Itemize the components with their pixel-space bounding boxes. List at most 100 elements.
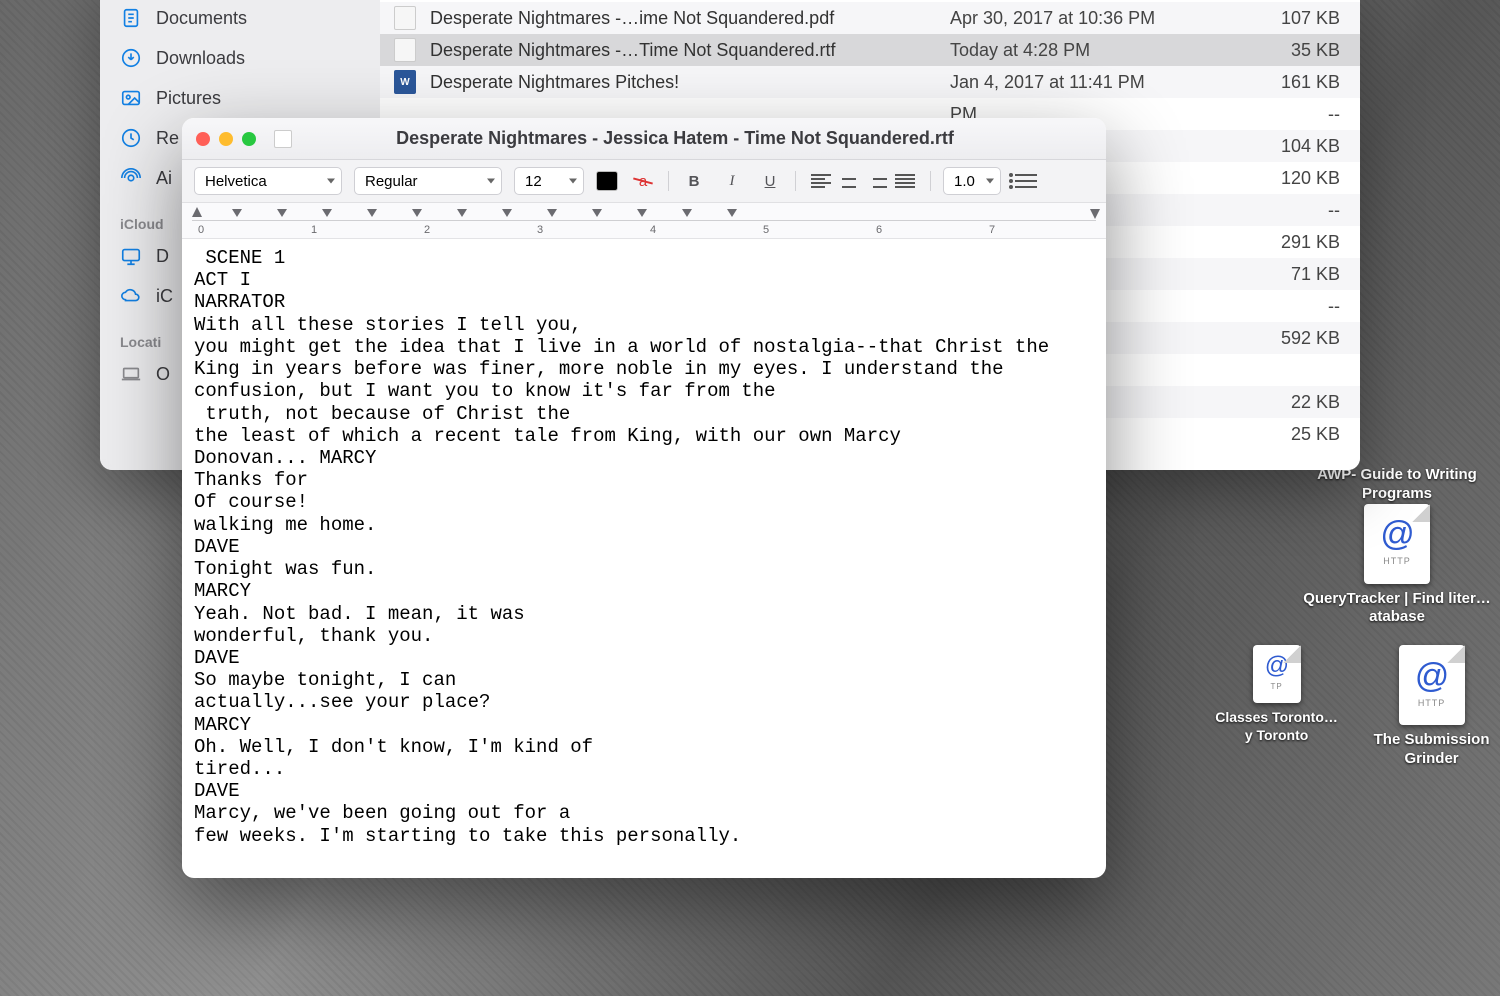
ruler-left-margin[interactable] [192, 207, 202, 217]
file-date: Apr 30, 2017 at 10:36 PM [950, 8, 1230, 29]
desktop-icon-label: Classes Toronto…y Toronto [1212, 709, 1341, 744]
align-left-button[interactable] [808, 169, 834, 193]
file-size: 161 KB [1230, 72, 1350, 93]
separator [930, 171, 931, 191]
file-row[interactable]: Desperate Nightmares -…Time Not Squander… [380, 34, 1360, 66]
document-body[interactable]: SCENE 1 ACT I NARRATOR With all these st… [182, 239, 1106, 878]
ruler-tab-stop[interactable] [682, 209, 692, 217]
align-right-button[interactable] [864, 169, 890, 193]
sidebar-section-label: Locati [120, 334, 161, 350]
file-name: Desperate Nightmares -…Time Not Squander… [430, 40, 950, 61]
at-icon: @ [1380, 515, 1415, 554]
ruler-tab-stop[interactable] [502, 209, 512, 217]
file-size: -- [1230, 296, 1350, 317]
ruler-tab-stop[interactable] [592, 209, 602, 217]
ruler-tab-stop[interactable] [277, 209, 287, 217]
ruler-tab-stop[interactable] [322, 209, 332, 217]
desktop-icon [120, 245, 142, 267]
at-icon: @ [1414, 657, 1449, 696]
sidebar-item-label: Downloads [156, 48, 245, 69]
ruler[interactable]: 01234567 [182, 203, 1106, 239]
sidebar-item-label: Re [156, 128, 179, 149]
sidebar-item-label: Ai [156, 168, 172, 189]
at-icon: @ [1264, 652, 1288, 680]
file-size: 107 KB [1230, 8, 1350, 29]
file-name: Desperate Nightmares -…ime Not Squandere… [430, 8, 950, 29]
file-name: Desperate Nightmares Pitches! [430, 72, 950, 93]
file-date: Jan 4, 2017 at 11:41 PM [950, 72, 1230, 93]
file-row[interactable]: W Desperate Nightmares Pitches!Jan 4, 201… [380, 66, 1360, 98]
file-row[interactable]: Desperate Nightmares -…ime Not Squandere… [380, 2, 1360, 34]
pictures-icon [120, 87, 142, 109]
align-justify-button[interactable] [892, 169, 918, 193]
desktop-icon-label: AWP- Guide to Writing Programs [1302, 466, 1492, 504]
line-spacing-value: 1.0 [954, 173, 975, 190]
ruler-right-margin[interactable] [1090, 209, 1100, 219]
font-family-select[interactable]: Helvetica [194, 167, 342, 195]
list-style-button[interactable] [1013, 169, 1039, 193]
minimize-button[interactable] [219, 132, 233, 146]
file-size: -- [1230, 104, 1350, 125]
titlebar[interactable]: Desperate Nightmares - Jessica Hatem - T… [182, 118, 1106, 160]
sidebar-item-label: Pictures [156, 88, 221, 109]
sidebar-item-documents[interactable]: Documents [100, 0, 380, 38]
ruler-tab-stop[interactable] [457, 209, 467, 217]
ruler-number: 7 [989, 224, 995, 236]
file-size: 291 KB [1230, 232, 1350, 253]
desktop-icon-awp[interactable]: AWP- Guide to Writing Programs @ HTTP Qu… [1302, 460, 1492, 627]
file-type-icon: W [394, 70, 416, 94]
ruler-ticks: 01234567 [192, 220, 1096, 238]
ruler-number: 5 [763, 224, 769, 236]
file-size: 25 KB [1230, 424, 1350, 445]
font-size-select[interactable]: 12 [514, 167, 584, 195]
italic-button[interactable]: I [719, 169, 745, 193]
sidebar-item-label: D [156, 246, 169, 267]
line-spacing-select[interactable]: 1.0 [943, 167, 1001, 195]
align-center-button[interactable] [836, 169, 862, 193]
ruler-number: 6 [876, 224, 882, 236]
underline-button[interactable]: U [757, 169, 783, 193]
ruler-tab-stop[interactable] [637, 209, 647, 217]
cloud-icon [120, 285, 142, 307]
font-style-value: Regular [365, 173, 418, 190]
ruler-tab-stop[interactable] [232, 209, 242, 217]
window-title: Desperate Nightmares - Jessica Hatem - T… [258, 128, 1092, 149]
ruler-tab-stop[interactable] [727, 209, 737, 217]
ruler-tab-stop[interactable] [547, 209, 557, 217]
font-style-select[interactable]: Regular [354, 167, 502, 195]
ruler-tab-stop[interactable] [367, 209, 377, 217]
sidebar-item-downloads[interactable]: Downloads [100, 38, 380, 78]
file-type-icon [394, 38, 416, 62]
sidebar-item-label: O [156, 364, 170, 385]
file-size: 104 KB [1230, 136, 1350, 157]
text-color-button[interactable] [596, 171, 618, 191]
strikethrough-color-button[interactable]: a [630, 169, 656, 193]
close-button[interactable] [196, 132, 210, 146]
ruler-tab-stop[interactable] [412, 209, 422, 217]
bold-button[interactable]: B [681, 169, 707, 193]
desktop-icon-classes[interactable]: @ TP Classes Toronto…y Toronto [1212, 645, 1341, 744]
sidebar-item-pictures[interactable]: Pictures [100, 78, 380, 118]
file-size: -- [1230, 200, 1350, 221]
sidebar-section-label: iCloud [120, 216, 164, 232]
desktop-icon-label: QueryTracker | Find liter…atabase [1302, 590, 1492, 628]
font-family-value: Helvetica [205, 173, 267, 190]
desktop-icon-grinder[interactable]: @ HTTP The Submission Grinder [1371, 645, 1492, 769]
textedit-window[interactable]: Desperate Nightmares - Jessica Hatem - T… [182, 118, 1106, 878]
doc-icon [120, 7, 142, 29]
webloc-file-icon: @ HTTP [1399, 645, 1465, 725]
ruler-number: 2 [424, 224, 430, 236]
ruler-number: 1 [311, 224, 317, 236]
desktop-icons: AWP- Guide to Writing Programs @ HTTP Qu… [1302, 460, 1492, 769]
zoom-button[interactable] [242, 132, 256, 146]
sidebar-item-label: iC [156, 286, 173, 307]
ruler-number: 4 [650, 224, 656, 236]
http-badge: HTTP [1418, 698, 1446, 708]
http-badge: TP [1270, 682, 1282, 691]
airdrop-icon [120, 167, 142, 189]
sidebar-item-label: Documents [156, 8, 247, 29]
laptop-icon [120, 363, 142, 385]
http-badge: HTTP [1383, 556, 1411, 566]
format-toolbar: Helvetica Regular 12 a B I U 1.0 [182, 160, 1106, 203]
file-type-icon [394, 6, 416, 30]
